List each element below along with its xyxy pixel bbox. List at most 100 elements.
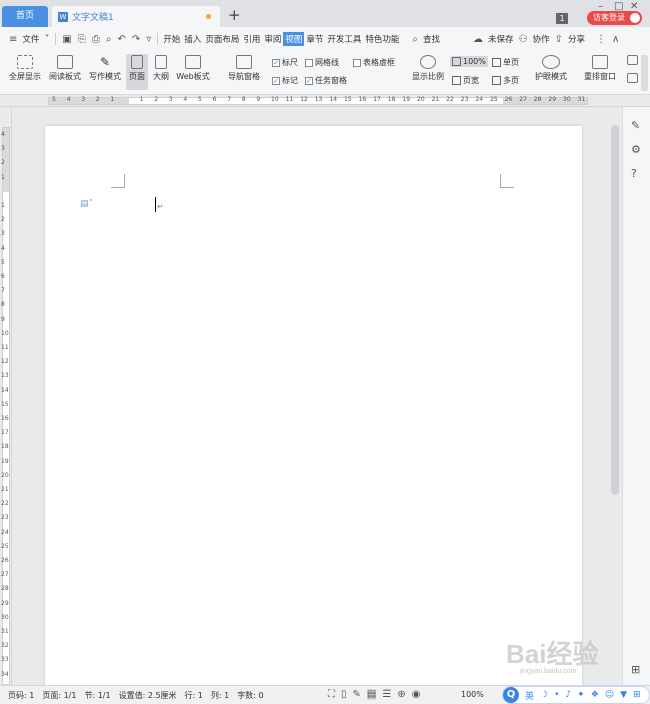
vertical-ruler-tick-label: 29 <box>1 599 9 607</box>
add-tab-button[interactable]: + <box>228 8 241 23</box>
ime-language[interactable]: 英 <box>525 689 534 702</box>
search-button[interactable]: 查找 <box>421 33 442 45</box>
more-icon[interactable]: ⋮ <box>593 34 609 45</box>
eye-icon <box>542 55 560 69</box>
share-button[interactable]: 分享 <box>566 33 587 45</box>
zoom-100-button[interactable]: 100% <box>450 56 488 67</box>
multi-page-button[interactable]: 多页 <box>492 75 519 86</box>
collab-button[interactable]: 协作 <box>531 33 552 45</box>
edit-icon[interactable]: ✎ <box>631 119 640 132</box>
mic-icon[interactable]: ♪ <box>565 690 571 700</box>
collab-icon[interactable]: ⚇ <box>516 34 531 45</box>
status-setting[interactable]: 设置值: 2.5厘米 <box>119 690 177 701</box>
save-icon[interactable]: ▣ <box>59 34 74 45</box>
chevron-down-icon[interactable]: ˅ <box>41 34 52 45</box>
status-pages[interactable]: 页面: 1/1 <box>42 690 76 701</box>
text-caret <box>155 197 156 212</box>
single-page-icon <box>492 58 501 67</box>
menu-references[interactable]: 引用 <box>241 33 262 45</box>
rearrange-window-button[interactable]: 重排窗口 <box>580 55 620 82</box>
tab-document[interactable]: W 文字文稿1 <box>52 6 220 27</box>
status-row[interactable]: 行: 1 <box>185 690 203 701</box>
share-icon[interactable]: ⇪ <box>552 34 566 45</box>
print-icon[interactable]: ⎙ <box>89 34 103 45</box>
page-width-button[interactable]: 页宽 <box>452 75 479 86</box>
unsaved-status[interactable]: 未保存 <box>486 33 516 45</box>
status-section[interactable]: 节: 1/1 <box>84 690 110 701</box>
grid-icon[interactable]: ⊞ <box>633 690 641 700</box>
single-page-button[interactable]: 单页 <box>492 57 519 68</box>
ime-toolbar[interactable]: Q 英 ☽ • ♪ ✦ ❖ ☺ ▼ ⊞ <box>502 686 650 704</box>
skin-icon[interactable]: ❖ <box>591 690 599 700</box>
menu-icon[interactable]: ≡ <box>6 34 20 45</box>
web-view-button[interactable]: Web板式 <box>174 55 212 82</box>
window-count-badge[interactable]: 1 <box>556 13 568 24</box>
horizontal-ruler[interactable]: 5 4 3 2 1 1 2 3 4 5 6 7 8 9 10 11 12 13 14 15 16 17 18 19 20 21 22… <box>0 95 650 107</box>
tab-home[interactable]: 首页 <box>2 6 48 27</box>
menu-chapter[interactable]: 章节 <box>304 33 325 45</box>
export-icon[interactable]: ⎘ <box>75 34 89 45</box>
table-border-checkbox[interactable]: 表格虚框 <box>353 57 395 68</box>
outline-view-icon[interactable]: ☰ <box>382 689 391 700</box>
reading-mode-icon[interactable]: ▯ <box>341 689 347 700</box>
menu-view[interactable]: 视图 <box>283 32 305 46</box>
status-page-number[interactable]: 页码: 1 <box>8 690 34 701</box>
guest-login-button[interactable]: 访客登录 <box>587 11 642 25</box>
tool-icon[interactable]: ✦ <box>577 690 585 700</box>
punct-icon[interactable]: • <box>554 690 559 700</box>
ruler-tick-label: 14 <box>329 96 338 103</box>
zoom-button[interactable]: 显示比例 <box>410 55 446 82</box>
reading-mode-button[interactable]: 阅读板式 <box>46 55 84 82</box>
cloud-icon[interactable]: ☁ <box>470 34 486 45</box>
outline-view-button[interactable]: 大纲 <box>150 55 172 82</box>
moon-icon[interactable]: ☽ <box>540 690 548 700</box>
redo-icon[interactable]: ↷ <box>129 34 143 45</box>
document-area[interactable]: ▤˅ ↵ <box>12 107 608 685</box>
marks-checkbox[interactable]: ✓ 标记 <box>272 75 298 86</box>
ruler-checkbox[interactable]: ✓ 标尺 <box>272 57 298 68</box>
customize-icon[interactable]: ▿ <box>143 34 154 45</box>
page-view-button[interactable]: 页面 <box>126 54 148 90</box>
menu-review[interactable]: 审阅 <box>262 33 283 45</box>
search-icon[interactable]: ⌕ <box>409 34 421 45</box>
document-page[interactable]: ▤˅ ↵ <box>45 126 582 685</box>
writing-mode-icon[interactable]: ✎ <box>353 689 361 700</box>
writing-mode-button[interactable]: ✎ 写作模式 <box>86 55 124 82</box>
zoom-level[interactable]: 100% <box>461 690 484 699</box>
paragraph-menu-icon[interactable]: ▤˅ <box>80 199 93 209</box>
page-view-icon[interactable]: ▤ <box>366 689 377 700</box>
status-char-count[interactable]: 字数: 0 <box>237 690 263 701</box>
status-column[interactable]: 列: 1 <box>211 690 229 701</box>
menu-start[interactable]: 开始 <box>161 33 182 45</box>
emoji-icon[interactable]: ☺ <box>605 690 614 700</box>
fullscreen-icon[interactable]: ⛶ <box>328 689 335 700</box>
menu-features[interactable]: 特色功能 <box>363 33 401 45</box>
menu-developer[interactable]: 开发工具 <box>325 33 363 45</box>
ruler-label: 标尺 <box>282 58 298 67</box>
ribbon-view: 全屏显示 阅读板式 ✎ 写作模式 页面 大纲 Web板式 导航窗格 ✓ 标尺 网… <box>0 51 650 95</box>
web-view-icon[interactable]: ⊕ <box>397 689 405 700</box>
scrollbar-thumb[interactable] <box>611 125 619 495</box>
page-label: 页面 <box>129 72 145 81</box>
fullscreen-button[interactable]: 全屏显示 <box>6 55 44 82</box>
shirt-icon[interactable]: ▼ <box>620 690 627 700</box>
ribbon-scroll[interactable] <box>641 55 648 91</box>
nav-pane-button[interactable]: 导航窗格 <box>222 55 266 82</box>
settings-icon[interactable]: ⚙ <box>631 143 641 156</box>
undo-icon[interactable]: ↶ <box>114 34 128 45</box>
print-preview-icon[interactable]: ⌕ <box>103 34 115 45</box>
menu-file[interactable]: 文件 <box>20 33 41 45</box>
menu-insert[interactable]: 插入 <box>182 33 203 45</box>
new-window-button[interactable] <box>624 55 640 67</box>
help-icon[interactable]: ? <box>631 167 637 180</box>
vertical-ruler[interactable]: 4 3 2 1 1 2 3 4 5 6 7 8 9 10 11 12 13 14 15 16 17 18 19 20 21 22 2… <box>0 107 12 692</box>
vertical-scrollbar[interactable] <box>608 107 622 685</box>
split-window-button[interactable] <box>624 73 640 85</box>
apps-grid-icon[interactable]: ⊞ <box>631 663 640 676</box>
eye-protect-button[interactable]: 护眼模式 <box>532 55 570 82</box>
menu-page-layout[interactable]: 页面布局 <box>203 33 241 45</box>
collapse-ribbon-icon[interactable]: ∧ <box>609 34 622 45</box>
eye-icon[interactable]: ◉ <box>412 689 421 700</box>
task-pane-checkbox[interactable]: ✓ 任务窗格 <box>305 75 347 86</box>
gridlines-checkbox[interactable]: 网格线 <box>305 57 339 68</box>
